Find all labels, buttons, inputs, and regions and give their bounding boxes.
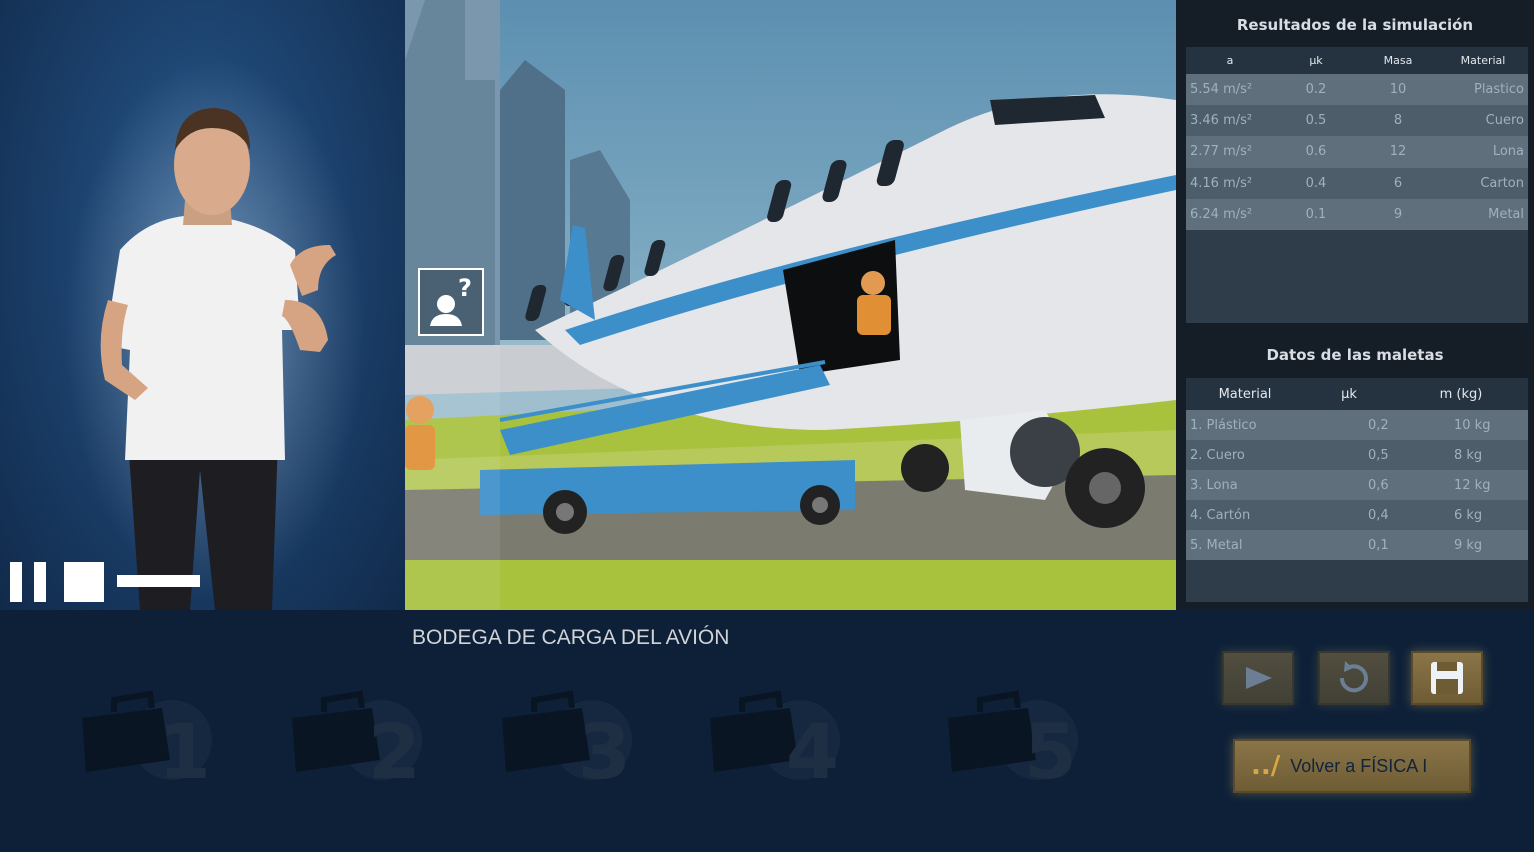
cell-a: 3.46 m/s² (1190, 113, 1253, 129)
col-mass: m (kg) (1439, 386, 1483, 402)
user-question-icon: ? (430, 274, 472, 326)
cell-mass: 6 kg (1454, 507, 1483, 523)
airport-scene: ? (405, 0, 1176, 610)
cell-material: Lona (1492, 144, 1524, 160)
cell-material: Metal (1488, 206, 1524, 222)
play-icon (1246, 667, 1272, 689)
save-button[interactable] (1411, 651, 1483, 705)
pause-bar-right-icon[interactable] (34, 562, 46, 602)
col-material: Material (1218, 386, 1272, 402)
results-row: 5.54 m/s² 0.2 10 Plastico (1186, 74, 1528, 106)
sign-language-avatar-panel (0, 0, 405, 610)
back-icon: ../ (1251, 751, 1281, 781)
cell-mass: 8 kg (1454, 447, 1483, 463)
col-mu: μk (1341, 386, 1357, 402)
stop-icon[interactable] (64, 562, 104, 602)
luggage-row: 2. Cuero 0,5 8 kg (1186, 440, 1528, 470)
cell-mu: 0,1 (1368, 537, 1389, 553)
cell-mu: 0.2 (1305, 82, 1327, 98)
cell-a: 6.24 m/s² (1190, 206, 1253, 222)
cell-material: Cuero (1485, 113, 1524, 129)
cell-a: 4.16 m/s² (1190, 175, 1253, 191)
cell-material: 3. Lona (1190, 477, 1238, 493)
back-to-physics-button[interactable]: ../ Volver a FÍSICA I (1233, 739, 1471, 793)
svg-text:?: ? (458, 274, 472, 302)
suitcase-number: 5 (1024, 707, 1077, 796)
results-table: a μk Masa Material 5.54 m/s² 0.2 10 Plastic… (1186, 47, 1528, 323)
cell-mu: 0,5 (1368, 447, 1389, 463)
cell-mu: 0.5 (1305, 113, 1327, 129)
luggage-row: 1. Plástico 0,2 10 kg (1186, 410, 1528, 440)
pause-bar-left-icon[interactable] (10, 562, 22, 602)
airplane-loading-scene (405, 0, 1176, 610)
results-row: 4.16 m/s² 0.4 6 Carton (1186, 167, 1528, 199)
luggage-table-header: Material μk m (kg) (1186, 378, 1528, 410)
save-icon (1431, 662, 1463, 694)
col-masa: Masa (1383, 54, 1413, 67)
suitcase-slot-4[interactable]: 4 (706, 690, 846, 800)
suitcase-number: 2 (368, 707, 421, 796)
suitcase-number: 3 (578, 707, 631, 796)
cell-mass: 12 kg (1454, 477, 1491, 493)
suitcase-number: 4 (786, 707, 839, 796)
cell-masa: 10 (1389, 82, 1407, 98)
help-interpreter-button[interactable]: ? (418, 268, 484, 336)
reset-button[interactable] (1318, 651, 1390, 705)
results-table-header: a μk Masa Material (1186, 47, 1528, 74)
cell-masa: 6 (1393, 175, 1403, 191)
cell-mu: 0,2 (1368, 417, 1389, 433)
luggage-table: Material μk m (kg) 1. Plástico 0,2 10 kg 2.… (1186, 378, 1528, 602)
suitcase-slot-3[interactable]: 3 (498, 690, 638, 800)
cell-mass: 9 kg (1454, 537, 1483, 553)
suitcase-slot-2[interactable]: 2 (288, 690, 428, 800)
luggage-row: 4. Cartón 0,4 6 kg (1186, 500, 1528, 530)
cell-mu: 0.4 (1305, 175, 1327, 191)
cell-mu: 0,4 (1368, 507, 1389, 523)
results-row: 2.77 m/s² 0.6 12 Lona (1186, 136, 1528, 168)
cell-a: 5.54 m/s² (1190, 82, 1253, 98)
cell-material: 1. Plástico (1190, 417, 1257, 433)
cell-material: 2. Cuero (1190, 447, 1245, 463)
suitcase-slot-5[interactable]: 5 (944, 690, 1084, 800)
cell-material: Plastico (1473, 82, 1524, 98)
luggage-row: 5. Metal 0,1 9 kg (1186, 530, 1528, 560)
reset-icon (1339, 661, 1368, 693)
col-a: a (1226, 54, 1234, 67)
play-button[interactable] (1222, 651, 1294, 705)
results-row: 6.24 m/s² 0.1 9 Metal (1186, 198, 1528, 230)
cell-masa: 8 (1393, 113, 1403, 129)
cargo-hold-title: BODEGA DE CARGA DEL AVIÓN (412, 626, 730, 649)
results-title: Resultados de la simulación (1236, 16, 1474, 34)
cell-a: 2.77 m/s² (1190, 144, 1253, 160)
cell-mass: 10 kg (1454, 417, 1491, 433)
cell-masa: 12 (1389, 144, 1407, 160)
results-row: 3.46 m/s² 0.5 8 Cuero (1186, 105, 1528, 137)
cell-material: Carton (1480, 175, 1524, 191)
luggage-title: Datos de las maletas (1266, 346, 1444, 364)
col-material: Material (1460, 54, 1506, 67)
col-mu: μk (1309, 54, 1323, 67)
avatar-figure (65, 60, 365, 610)
results-side-panel: Resultados de la simulación a μk Masa Ma… (1176, 0, 1534, 610)
luggage-row: 3. Lona 0,6 12 kg (1186, 470, 1528, 500)
suitcase-number: 1 (158, 707, 211, 796)
minimize-icon[interactable] (117, 575, 200, 587)
cell-mu: 0.6 (1305, 144, 1327, 160)
cell-masa: 9 (1393, 206, 1403, 222)
cell-mu: 0.1 (1305, 206, 1327, 222)
cell-mu: 0,6 (1368, 477, 1389, 493)
suitcase-slot-1[interactable]: 1 (78, 690, 218, 800)
back-label: Volver a FÍSICA I (1290, 755, 1428, 776)
cell-material: 5. Metal (1190, 537, 1243, 553)
cell-material: 4. Cartón (1190, 507, 1251, 523)
